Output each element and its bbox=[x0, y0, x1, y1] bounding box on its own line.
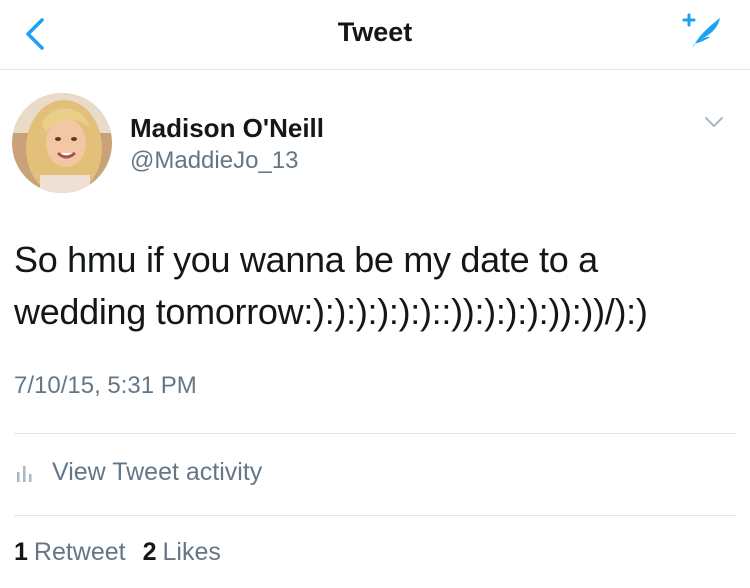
tweet-stats: 1 Retweet 2 Likes bbox=[14, 538, 231, 567]
chevron-down-icon bbox=[705, 117, 723, 127]
likes-count: 2 bbox=[142, 538, 157, 566]
tweet-text: So hmu if you wanna be my date to a wedd… bbox=[14, 234, 734, 338]
tweet-header: Madison O'Neill @MaddieJo_13 bbox=[0, 85, 750, 195]
tweet-timestamp: 7/10/15, 5:31 PM bbox=[14, 372, 197, 399]
compose-tweet-button[interactable] bbox=[676, 10, 726, 54]
retweets-count: 1 bbox=[14, 538, 28, 566]
likes-label: Likes bbox=[162, 538, 221, 566]
user-handle[interactable]: @MaddieJo_13 bbox=[130, 147, 298, 175]
avatar[interactable] bbox=[12, 93, 112, 193]
more-options-button[interactable] bbox=[700, 110, 728, 134]
divider bbox=[14, 433, 736, 434]
compose-tweet-icon bbox=[682, 13, 720, 50]
retweets-stat[interactable]: 1 Retweet bbox=[14, 538, 126, 567]
retweets-label: Retweet bbox=[33, 538, 126, 566]
avatar-image bbox=[12, 93, 112, 193]
top-nav-bar: Tweet bbox=[0, 0, 750, 70]
likes-stat[interactable]: 2 Likes bbox=[143, 538, 221, 567]
page-title: Tweet bbox=[337, 17, 413, 47]
view-tweet-activity-label: View Tweet activity bbox=[52, 457, 263, 486]
view-tweet-activity-link[interactable]: View Tweet activity bbox=[14, 455, 262, 489]
display-name[interactable]: Madison O'Neill bbox=[130, 113, 324, 144]
tweet-text-line: wedding tomorrow:):):):):):)::)):):):):)… bbox=[14, 291, 648, 332]
tweet-text-line: So hmu if you wanna be my date to a bbox=[14, 239, 598, 280]
bar-chart-icon bbox=[17, 466, 32, 482]
divider bbox=[14, 515, 736, 516]
